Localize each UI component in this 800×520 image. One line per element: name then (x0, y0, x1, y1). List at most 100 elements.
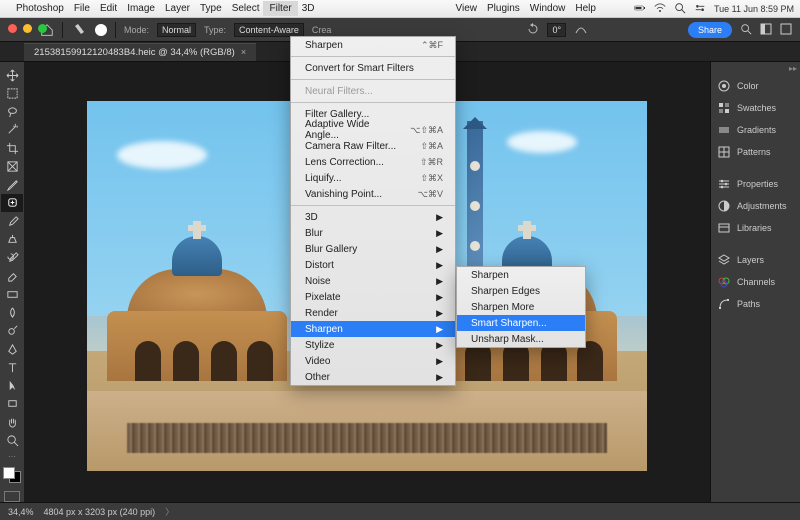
patterns-icon (717, 145, 731, 159)
sharpen-edges[interactable]: Sharpen Edges (457, 283, 585, 299)
tool-wand[interactable] (1, 121, 23, 139)
tool-more-icon[interactable]: ⋯ (8, 452, 16, 461)
search-icon[interactable] (674, 2, 686, 16)
filter-camera-raw[interactable]: Camera Raw Filter...⇧⌘A (291, 138, 455, 154)
panel-channels[interactable]: Channels (711, 271, 800, 293)
tool-gradient[interactable] (1, 285, 23, 303)
tool-blur[interactable] (1, 303, 23, 321)
filter-adaptive-wide-angle[interactable]: Adaptive Wide Angle...⌥⇧⌘A (291, 122, 455, 138)
sharpen-sharpen[interactable]: Sharpen (457, 267, 585, 283)
tool-frame[interactable] (1, 157, 23, 175)
filter-noise[interactable]: Noise▶ (291, 273, 455, 289)
filter-blur-gallery[interactable]: Blur Gallery▶ (291, 241, 455, 257)
tool-marquee[interactable] (1, 84, 23, 102)
menu-image[interactable]: Image (127, 3, 155, 14)
filter-pixelate[interactable]: Pixelate▶ (291, 289, 455, 305)
panel-swatches[interactable]: Swatches (711, 97, 800, 119)
document-tab[interactable]: 21538159912120483B4.heic @ 34,4% (RGB/8)… (24, 43, 256, 61)
tool-path-select[interactable] (1, 377, 23, 395)
filter-video[interactable]: Video▶ (291, 353, 455, 369)
sharpen-smart-sharpen[interactable]: Smart Sharpen... (457, 315, 585, 331)
sharpen-unsharp-mask[interactable]: Unsharp Mask... (457, 331, 585, 347)
menu-type[interactable]: Type (200, 3, 222, 14)
control-center-icon[interactable] (694, 2, 706, 16)
filter-sharpen[interactable]: Sharpen▶ (291, 321, 455, 337)
filter-lens-correction[interactable]: Lens Correction...⇧⌘R (291, 154, 455, 170)
close-tab-icon[interactable]: × (241, 47, 246, 57)
menu-file[interactable]: File (74, 3, 90, 14)
tool-healing-brush[interactable] (1, 194, 23, 212)
minimize-icon[interactable] (23, 24, 32, 33)
menu-plugins[interactable]: Plugins (487, 3, 520, 14)
tool-preset-icon[interactable] (71, 22, 87, 38)
tool-eraser[interactable] (1, 267, 23, 285)
wifi-icon (654, 2, 666, 16)
fg-bg-swatch[interactable] (3, 467, 21, 483)
screen-mode-icon[interactable] (780, 23, 792, 37)
brush-preview-icon[interactable] (95, 24, 107, 36)
menu-select[interactable]: Select (232, 3, 260, 14)
workspace-icon[interactable] (760, 23, 772, 37)
filter-render[interactable]: Render▶ (291, 305, 455, 321)
search-icon[interactable] (740, 23, 752, 37)
tool-lasso[interactable] (1, 103, 23, 121)
menu-edit[interactable]: Edit (100, 3, 117, 14)
rotate-field[interactable]: 0° (547, 23, 566, 37)
panel-paths[interactable]: Paths (711, 293, 800, 315)
filter-other[interactable]: Other▶ (291, 369, 455, 385)
type-select[interactable]: Content-Aware (234, 23, 304, 37)
zoom-icon[interactable] (38, 24, 47, 33)
tool-hand[interactable] (1, 413, 23, 431)
tool-type[interactable] (1, 358, 23, 376)
libraries-icon (717, 221, 731, 235)
tool-eyedropper[interactable] (1, 176, 23, 194)
panel-adjustments[interactable]: Adjustments (711, 195, 800, 217)
panel-patterns[interactable]: Patterns (711, 141, 800, 163)
tool-clone-stamp[interactable] (1, 230, 23, 248)
filter-last[interactable]: Sharpen⌃⌘F (291, 37, 455, 53)
panel-layers[interactable]: Layers (711, 249, 800, 271)
menu-layer[interactable]: Layer (165, 3, 190, 14)
menubar-clock: Tue 11 Jun 8:59 PM (714, 4, 794, 14)
panel-libraries[interactable]: Libraries (711, 217, 800, 239)
tool-pen[interactable] (1, 340, 23, 358)
type-label: Type: (204, 25, 226, 35)
filter-3d[interactable]: 3D▶ (291, 209, 455, 225)
panel-gradients[interactable]: Gradients (711, 119, 800, 141)
tool-brush[interactable] (1, 212, 23, 230)
mode-select[interactable]: Normal (157, 23, 196, 37)
sharpen-more[interactable]: Sharpen More (457, 299, 585, 315)
share-button[interactable]: Share (688, 22, 732, 38)
panel-collapse-icon[interactable]: ▸▸ (711, 62, 800, 75)
menu-help[interactable]: Help (575, 3, 596, 14)
tool-history-brush[interactable] (1, 249, 23, 267)
right-panel-dock: ▸▸ Color Swatches Gradients Patterns Pro… (710, 62, 800, 502)
tool-crop[interactable] (1, 139, 23, 157)
filter-liquify[interactable]: Liquify...⇧⌘X (291, 170, 455, 186)
status-bar: 34,4% 4804 px x 3203 px (240 ppi) 〉 (0, 502, 800, 520)
panel-properties[interactable]: Properties (711, 173, 800, 195)
filter-distort[interactable]: Distort▶ (291, 257, 455, 273)
menu-photoshop[interactable]: Photoshop (16, 3, 64, 14)
adjustments-icon (717, 199, 731, 213)
filter-stylize[interactable]: Stylize▶ (291, 337, 455, 353)
tool-rectangle[interactable] (1, 395, 23, 413)
filter-convert-smart[interactable]: Convert for Smart Filters (291, 60, 455, 76)
menu-window[interactable]: Window (530, 3, 566, 14)
tool-dodge[interactable] (1, 322, 23, 340)
pressure-icon[interactable] (574, 23, 588, 37)
menu-3d[interactable]: 3D (302, 3, 315, 14)
panel-color[interactable]: Color (711, 75, 800, 97)
rotate-icon[interactable] (527, 23, 539, 37)
filter-menu: Sharpen⌃⌘F Convert for Smart Filters Neu… (290, 36, 456, 386)
tool-zoom[interactable] (1, 431, 23, 449)
filter-vanishing-point[interactable]: Vanishing Point...⌥⌘V (291, 186, 455, 202)
window-controls (8, 24, 47, 33)
menu-filter[interactable]: Filter (263, 1, 297, 16)
quick-mask-icon[interactable] (4, 491, 20, 502)
close-icon[interactable] (8, 24, 17, 33)
filter-blur[interactable]: Blur▶ (291, 225, 455, 241)
tool-move[interactable] (1, 66, 23, 84)
status-zoom[interactable]: 34,4% (8, 507, 34, 517)
menu-view[interactable]: View (455, 3, 477, 14)
